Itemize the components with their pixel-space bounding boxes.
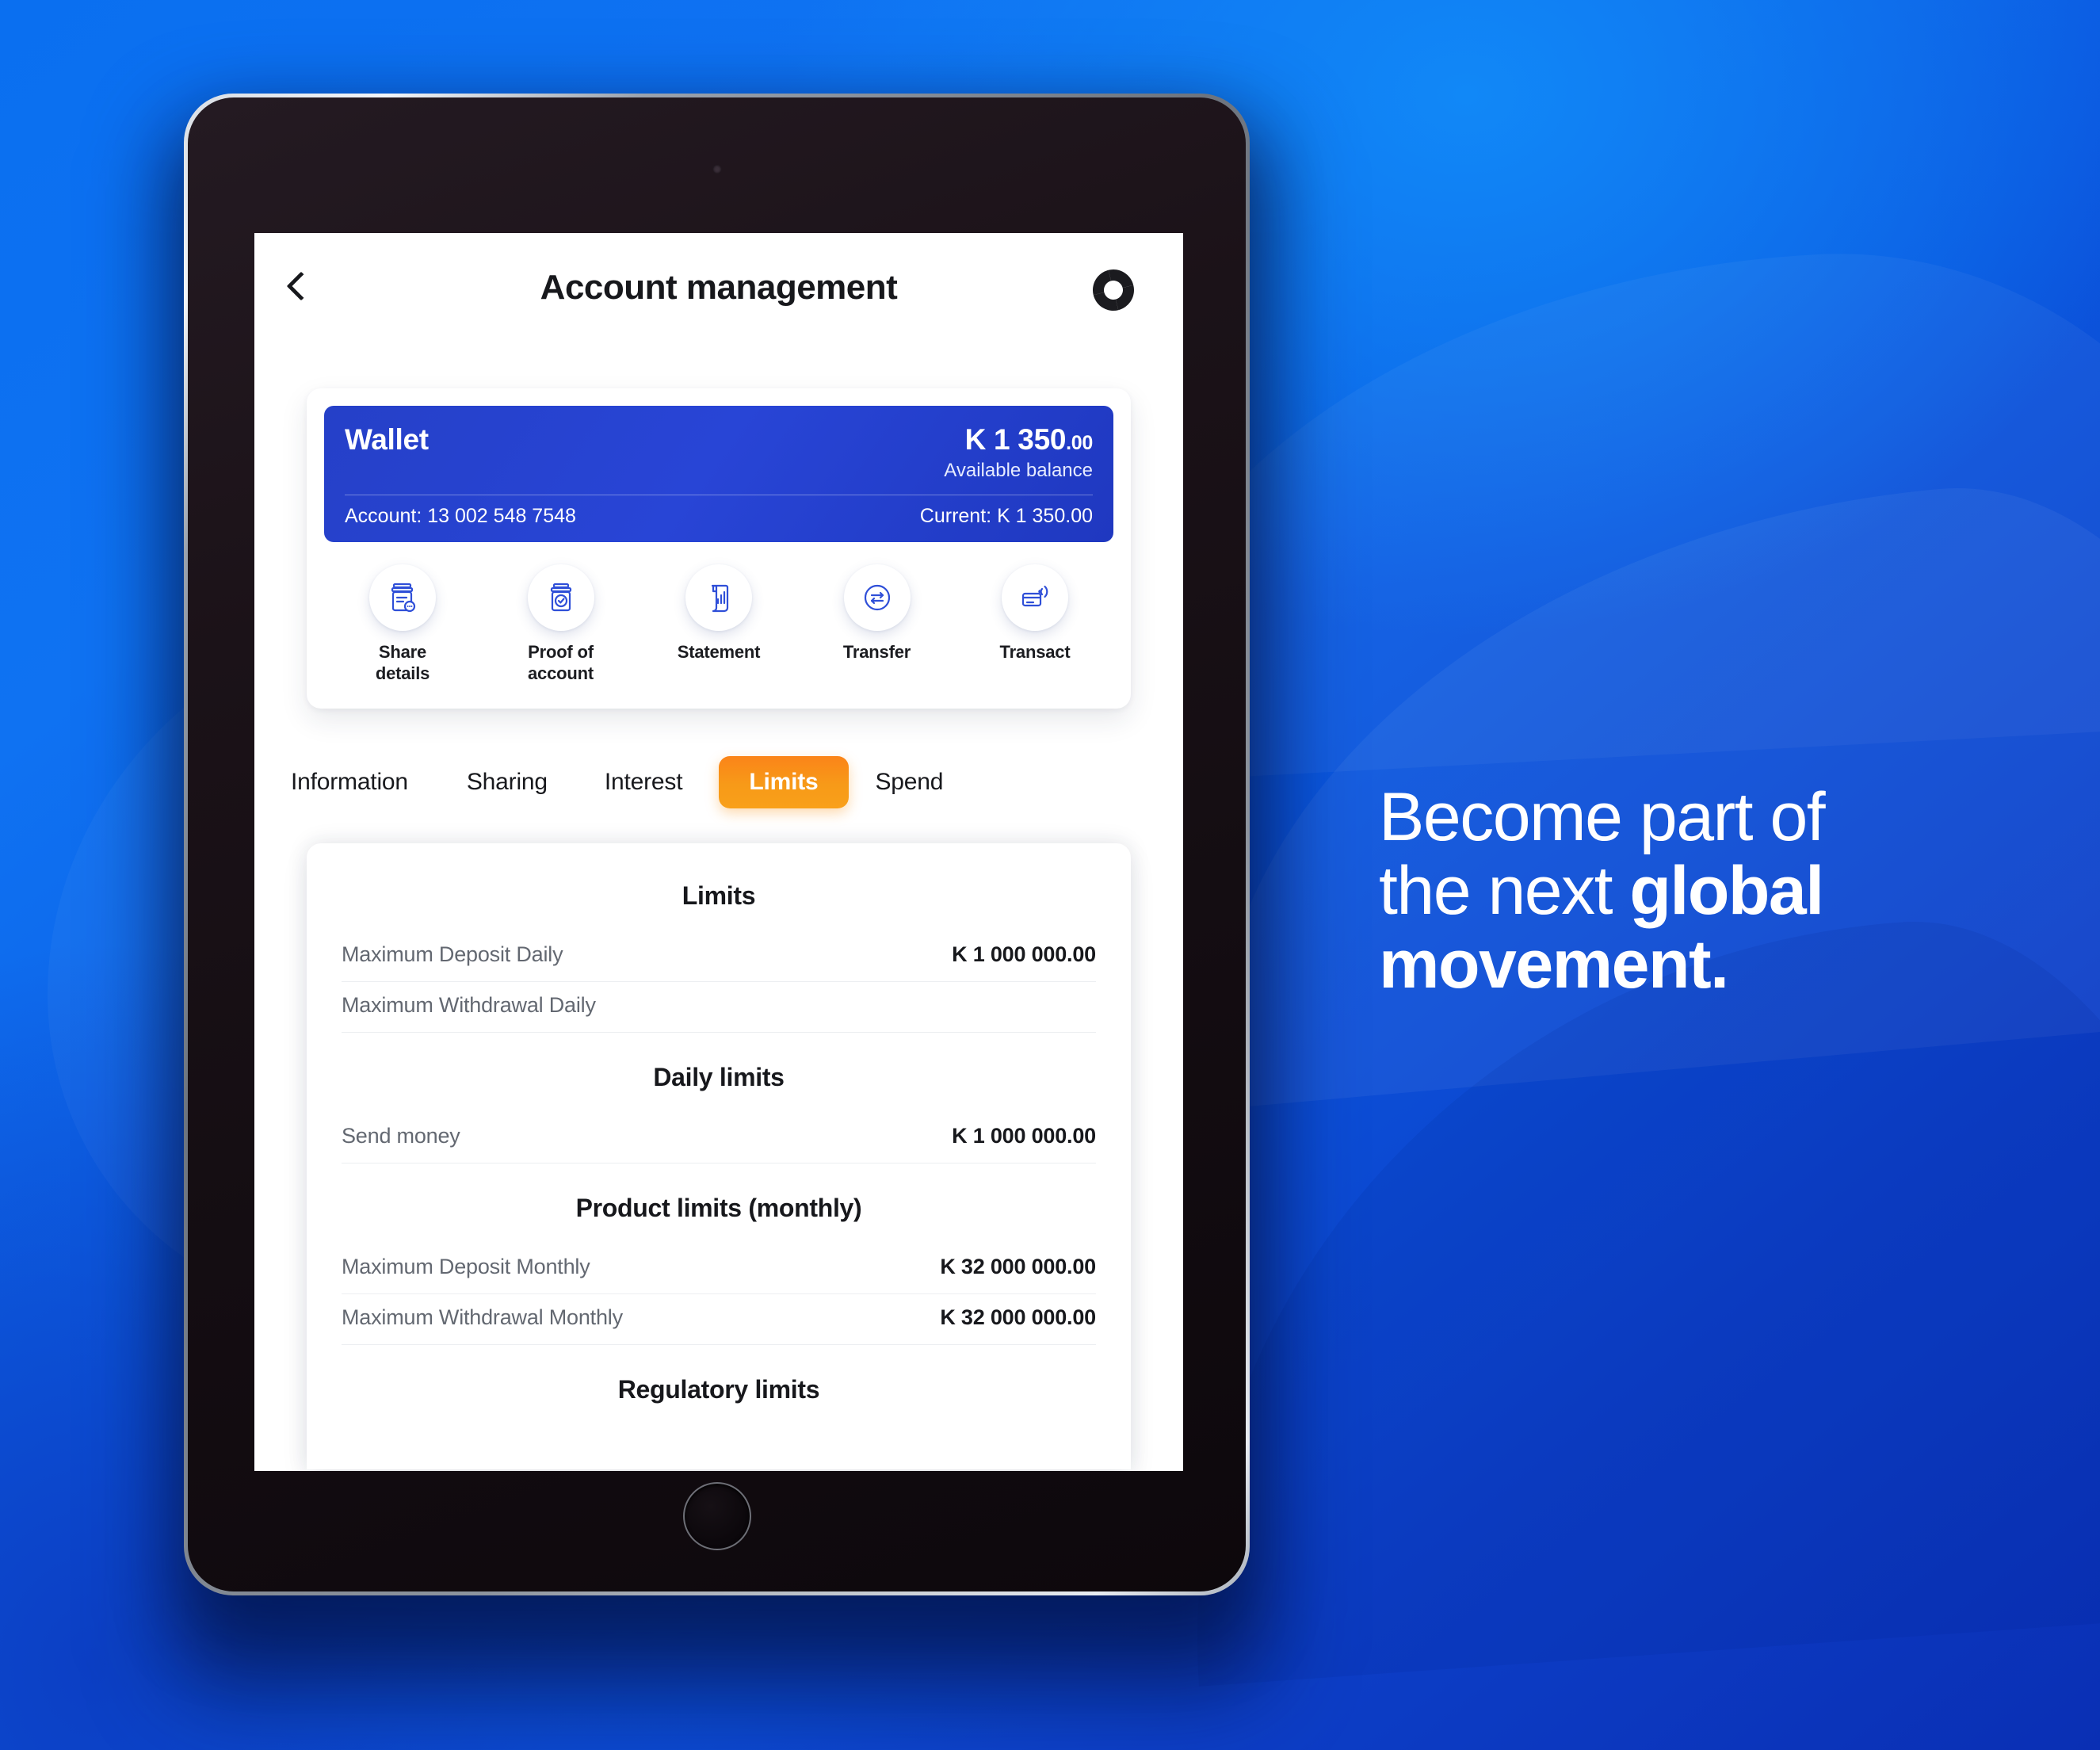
app-screen: Account management Wallet K 1 350.00 Ava… xyxy=(254,233,1183,1471)
wallet-balance-banner[interactable]: Wallet K 1 350.00 Available balance Acco… xyxy=(324,406,1113,542)
action-proof-of-account[interactable]: Proof of account xyxy=(494,564,628,685)
limit-row[interactable]: Maximum Deposit Monthly K 32 000 000.00 xyxy=(342,1244,1096,1294)
tab-limits[interactable]: Limits xyxy=(719,756,849,808)
wallet-available-amount: K 1 350.00 xyxy=(944,423,1094,457)
tablet-device: Account management Wallet K 1 350.00 Ava… xyxy=(184,94,1250,1595)
ring-logo-icon xyxy=(1090,266,1137,314)
available-balance-label: Available balance xyxy=(944,460,1093,481)
tab-information[interactable]: Information xyxy=(291,756,408,808)
account-number: 13 002 548 7548 xyxy=(427,505,576,527)
action-share-details[interactable]: Share details xyxy=(335,564,470,685)
marketing-headline: Become part of the next global movement. xyxy=(1379,781,2092,1002)
app-header: Account management xyxy=(254,233,1183,336)
current-label: Current: xyxy=(919,505,992,527)
section-heading-daily-limits: Daily limits xyxy=(653,1063,785,1091)
current-value: K 1 350.00 xyxy=(997,505,1093,527)
current-balance-line: Current: K 1 350.00 xyxy=(920,505,1093,528)
tablet-bezel: Account management Wallet K 1 350.00 Ava… xyxy=(188,97,1246,1591)
amount-cents: .00 xyxy=(1066,432,1093,454)
limit-label: Maximum Withdrawal Monthly xyxy=(342,1305,623,1329)
page-title: Account management xyxy=(540,268,898,307)
limit-value: K 32 000 000.00 xyxy=(940,1255,1096,1278)
limit-row[interactable]: Maximum Withdrawal Monthly K 32 000 000.… xyxy=(342,1294,1096,1345)
share-details-icon xyxy=(369,564,436,631)
transfer-icon xyxy=(843,564,911,631)
tab-interest[interactable]: Interest xyxy=(605,756,683,808)
proof-of-account-icon xyxy=(527,564,594,631)
limit-label: Maximum Deposit Monthly xyxy=(342,1255,590,1278)
action-label: Transact xyxy=(999,642,1071,662)
front-camera-icon xyxy=(712,165,721,174)
limit-row[interactable]: Maximum Deposit Daily K 1 000 000.00 xyxy=(342,931,1096,982)
section-heading-limits: Limits xyxy=(682,881,756,910)
limit-row[interactable]: Send money K 1 000 000.00 xyxy=(342,1113,1096,1163)
action-label: Transfer xyxy=(842,642,911,662)
headline-line-2-bold: global xyxy=(1629,852,1824,929)
amount-major: K 1 350 xyxy=(964,423,1067,456)
limit-label: Maximum Deposit Daily xyxy=(342,942,563,966)
account-summary-card: Wallet K 1 350.00 Available balance Acco… xyxy=(307,388,1131,709)
account-tabs: Information Sharing Interest Limits Spen… xyxy=(254,756,1183,808)
headline-line-3-bold: movement. xyxy=(1379,926,1729,1003)
action-transact[interactable]: Transact xyxy=(968,564,1102,685)
tab-sharing[interactable]: Sharing xyxy=(467,756,548,808)
section-heading-regulatory-limits: Regulatory limits xyxy=(617,1375,820,1404)
quick-actions-row: Share details Proof of account Statement… xyxy=(324,542,1113,688)
action-label: Proof of account xyxy=(528,642,594,683)
transact-card-icon xyxy=(1002,564,1068,631)
headline-line-1: Become part of xyxy=(1379,779,1826,855)
statement-icon xyxy=(685,564,752,631)
limit-value: K 1 000 000.00 xyxy=(952,1124,1096,1148)
limits-panel: Limits Maximum Deposit Daily K 1 000 000… xyxy=(307,843,1131,1469)
limit-row[interactable]: Maximum Withdrawal Daily xyxy=(342,982,1096,1033)
action-label: Statement xyxy=(677,642,761,662)
headline-line-2-plain: the next xyxy=(1379,852,1630,929)
limit-value: K 32 000 000.00 xyxy=(940,1305,1096,1329)
limit-label: Maximum Withdrawal Daily xyxy=(342,993,596,1017)
action-transfer[interactable]: Transfer xyxy=(810,564,945,685)
tab-spend[interactable]: Spend xyxy=(876,756,944,808)
background-wave-3 xyxy=(1149,897,2100,1687)
promo-stage: Account management Wallet K 1 350.00 Ava… xyxy=(0,0,2100,1750)
account-label: Account: xyxy=(345,505,422,527)
wallet-name: Wallet xyxy=(345,423,429,456)
home-button[interactable] xyxy=(682,1482,751,1550)
section-heading-product-limits: Product limits (monthly) xyxy=(575,1194,862,1222)
limit-label: Send money xyxy=(342,1124,460,1148)
action-label: Share details xyxy=(375,642,430,683)
action-statement[interactable]: Statement xyxy=(651,564,786,685)
limit-value: K 1 000 000.00 xyxy=(952,942,1096,966)
account-number-line: Account: 13 002 548 7548 xyxy=(345,505,576,528)
